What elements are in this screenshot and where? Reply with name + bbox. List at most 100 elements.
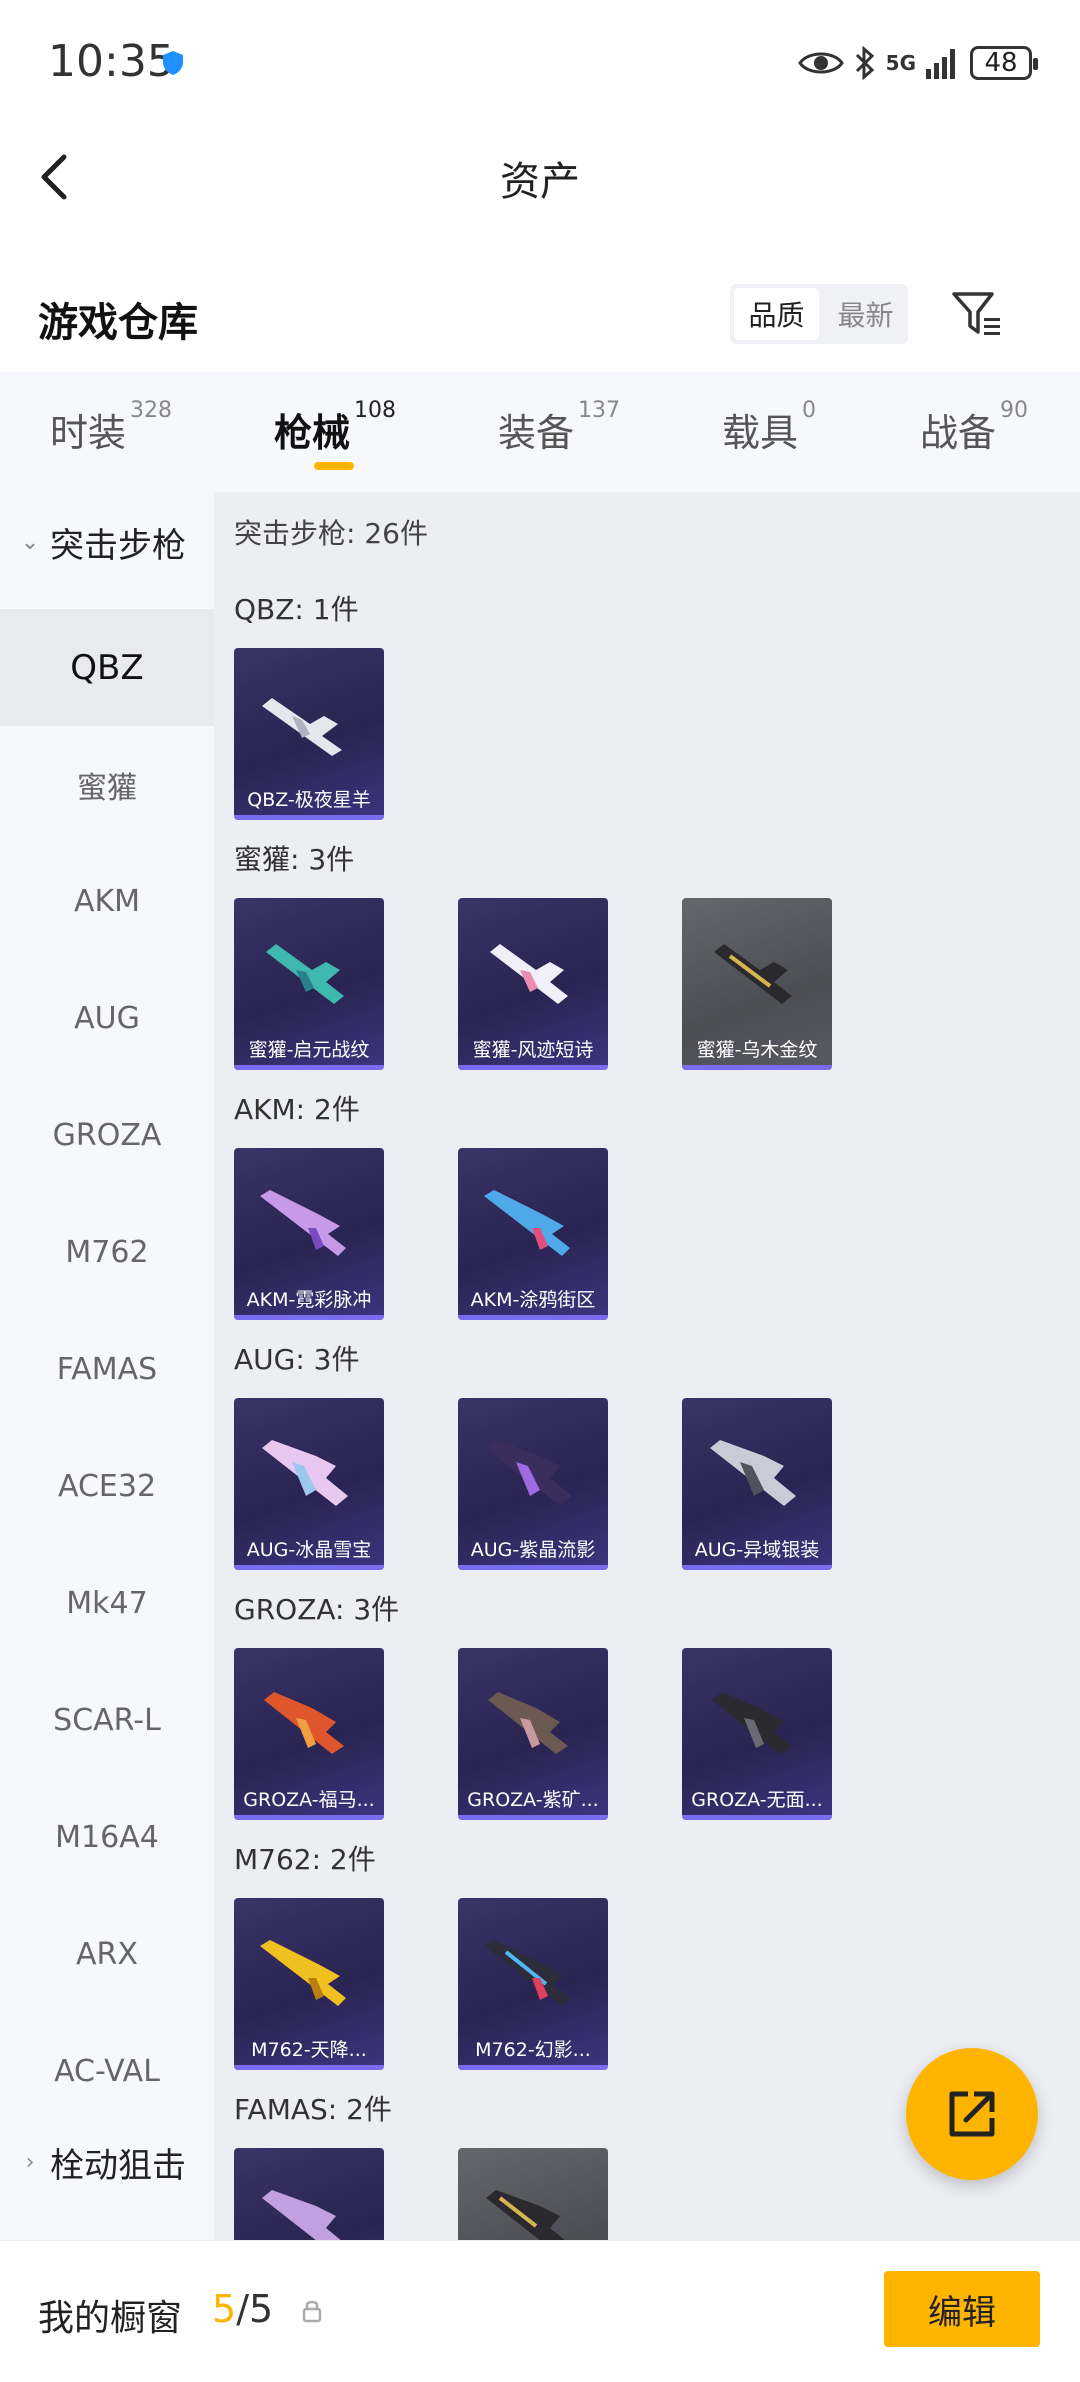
weapon-skin-card[interactable]: AUG-紫晶流影: [458, 1398, 608, 1570]
rifle-icon: [714, 944, 792, 1004]
tab-firearms[interactable]: 枪械108: [274, 398, 396, 457]
sidebar-group-bolt-snipers[interactable]: › 栓动狙击: [0, 2112, 214, 2212]
weapon-skin-card[interactable]: GROZA-福马...: [234, 1648, 384, 1820]
filter-icon[interactable]: [948, 286, 1004, 342]
tab-combat-gear[interactable]: 战备90: [920, 398, 1028, 457]
rifle-icon: [262, 2190, 341, 2240]
rifle-icon: [264, 1692, 344, 1754]
sidebar-item-akm[interactable]: AKM: [0, 843, 214, 960]
rarity-bar: [458, 1315, 608, 1320]
section-heading: AUG: 3件: [234, 1343, 360, 1376]
weapon-skin-card[interactable]: QBZ-极夜星羊: [234, 648, 384, 820]
tab-label: 战备: [920, 411, 997, 455]
rarity-bar: [234, 1815, 384, 1820]
rarity-bar: [234, 1565, 384, 1570]
group-heading: 突击步枪: 26件: [234, 517, 428, 550]
tab-count: 0: [802, 398, 817, 423]
lock-icon: [302, 2300, 322, 2323]
sort-quality-button[interactable]: 品质: [734, 288, 819, 340]
sidebar-item-m762[interactable]: M762: [0, 1194, 214, 1311]
weapon-skin-card[interactable]: AUG-异域银装: [682, 1398, 832, 1570]
section-heading: AKM: 2件: [234, 1093, 360, 1126]
weapon-skin-card[interactable]: M762-幻影...: [458, 1898, 608, 2070]
sidebar-item-scar-l[interactable]: SCAR-L: [0, 1662, 214, 1779]
rifle-icon: [486, 1440, 572, 1506]
section-heading: QBZ: 1件: [234, 593, 359, 626]
signal-icon: [926, 49, 955, 79]
weapon-skin-label: 蜜獾-乌木金纹: [696, 1039, 818, 1061]
sort-toggle: 品质 最新: [730, 284, 908, 344]
status-bar: 10:35 5G 48: [0, 0, 1080, 125]
tab-count: 137: [578, 398, 621, 423]
share-button[interactable]: [906, 2048, 1038, 2180]
weapon-skin-card[interactable]: 蜜獾-乌木金纹: [682, 898, 832, 1070]
weapon-skin-card[interactable]: 蜜獾-启元战纹: [234, 898, 384, 1070]
weapon-skin-card[interactable]: GROZA-无面...: [682, 1648, 832, 1820]
weapon-skin-card[interactable]: 蜜獾-风迹短诗: [458, 898, 608, 1070]
sidebar-item-honey-badger[interactable]: 蜜獾: [0, 726, 214, 843]
sidebar-item-mk47[interactable]: Mk47: [0, 1545, 214, 1662]
weapon-skin-card[interactable]: AUG-冰晶雪宝: [234, 1398, 384, 1570]
battery-icon: 48: [970, 46, 1038, 80]
external-link-icon: [949, 2091, 995, 2137]
weapon-skin-card[interactable]: [234, 2148, 384, 2240]
eye-icon: [797, 52, 844, 74]
rifle-icon: [484, 1940, 570, 2006]
sidebar-item-m16a4[interactable]: M16A4: [0, 1779, 214, 1896]
sidebar-group-assault-rifles[interactable]: ⌄ 突击步枪: [0, 492, 214, 592]
page-title: 资产: [500, 159, 580, 205]
bluetooth-icon: [855, 46, 874, 80]
tab-label: 时装: [50, 411, 127, 455]
rifle-icon: [266, 944, 344, 1004]
tab-fashion[interactable]: 时装328: [50, 398, 172, 457]
rarity-bar: [234, 815, 384, 820]
sidebar-item-ace32[interactable]: ACE32: [0, 1428, 214, 1545]
showcase-current: 5: [212, 2287, 237, 2331]
sidebar-item-famas[interactable]: FAMAS: [0, 1311, 214, 1428]
status-icons: 5G 48: [797, 38, 1038, 88]
weapon-skin-label: QBZ-极夜星羊: [247, 789, 371, 811]
active-tab-indicator: [314, 462, 354, 470]
rifle-icon: [262, 1440, 348, 1506]
rifle-icon: [260, 1190, 346, 1256]
weapon-skin-card[interactable]: AKM-涂鸦街区: [458, 1148, 608, 1320]
rifle-icon: [488, 1692, 568, 1754]
sidebar-item-qbz[interactable]: QBZ: [0, 609, 214, 726]
weapon-skin-label: M762-幻影...: [475, 2039, 591, 2061]
weapon-skin-label: GROZA-无面...: [691, 1789, 823, 1811]
showcase-count: 5/5: [212, 2287, 273, 2331]
weapon-skin-card[interactable]: [458, 2148, 608, 2240]
weapon-skin-label: AUG-冰晶雪宝: [246, 1539, 372, 1561]
rarity-bar: [682, 1565, 832, 1570]
tab-label: 枪械: [274, 411, 351, 455]
tab-count: 328: [130, 398, 173, 423]
sidebar-item-aug[interactable]: AUG: [0, 960, 214, 1077]
showcase-label: 我的橱窗: [38, 2298, 183, 2339]
status-time: 10:35: [48, 36, 175, 87]
edit-button[interactable]: 编辑: [884, 2271, 1040, 2347]
rifle-icon: [712, 1692, 792, 1754]
weapon-sidebar: ⌄ 突击步枪 QBZ 蜜獾 AKM AUG GROZA M762 FAMAS A…: [0, 492, 214, 2240]
showcase-total: /5: [236, 2287, 274, 2331]
category-tabs: 时装328 枪械108 装备137 载具0 战备90: [0, 372, 1080, 492]
app-header: 资产: [0, 125, 1080, 225]
section-heading: GROZA: 3件: [234, 1593, 400, 1626]
sort-newest-button[interactable]: 最新: [823, 284, 908, 344]
weapon-skin-card[interactable]: M762-天降...: [234, 1898, 384, 2070]
sidebar-item-groza[interactable]: GROZA: [0, 1077, 214, 1194]
tab-label: 载具: [722, 411, 799, 455]
rarity-bar: [234, 1315, 384, 1320]
shield-icon: [163, 51, 183, 75]
tab-vehicles[interactable]: 载具0: [722, 398, 816, 457]
section-heading: M762: 2件: [234, 1843, 376, 1876]
chevron-right-icon: ›: [25, 2149, 35, 2175]
sidebar-group-label: 栓动狙击: [50, 2145, 186, 2186]
weapon-skin-card[interactable]: GROZA-紫矿...: [458, 1648, 608, 1820]
tab-equipment[interactable]: 装备137: [498, 398, 620, 457]
rarity-bar: [458, 2065, 608, 2070]
weapon-skin-label: AKM-涂鸦街区: [470, 1289, 596, 1311]
weapon-skin-card[interactable]: AKM-霓彩脉冲: [234, 1148, 384, 1320]
tab-count: 90: [1000, 398, 1029, 423]
weapon-content: 突击步枪: 26件 QBZ: 1件 QBZ-极夜星羊 蜜獾: 3件 蜜獾-启元战…: [214, 492, 1080, 2240]
sidebar-item-arx[interactable]: ARX: [0, 1896, 214, 2013]
